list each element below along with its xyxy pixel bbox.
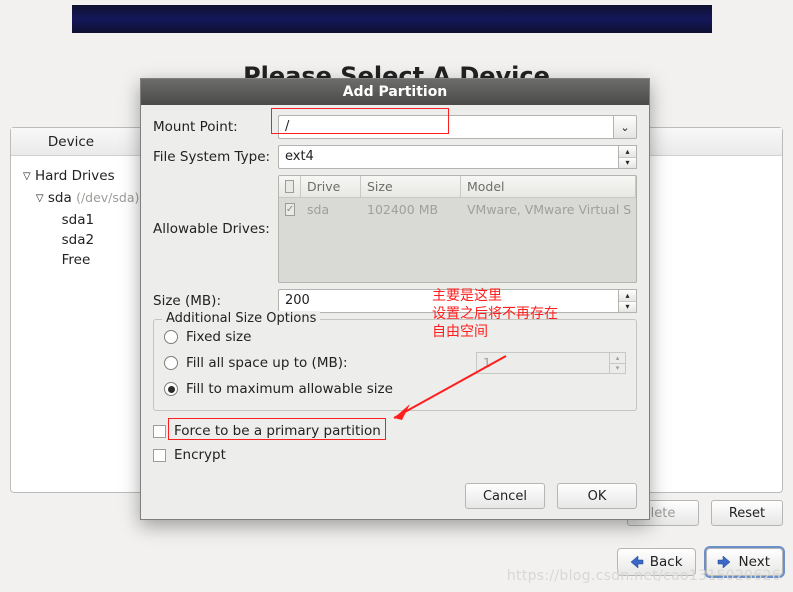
size-label: Size (MB): xyxy=(153,293,278,309)
row-mount-point: Mount Point: / ⌄ xyxy=(153,115,637,139)
size-spinner[interactable]: ▴ ▾ xyxy=(619,289,637,313)
chevron-down-icon: ▾ xyxy=(619,158,636,169)
chevron-down-icon: ▾ xyxy=(619,302,636,313)
row-size: Size (MB): 200 ▴ ▾ xyxy=(153,289,637,313)
fs-type-select[interactable]: ext4 xyxy=(278,145,619,169)
checkbox-icon xyxy=(153,425,166,438)
ok-button[interactable]: OK xyxy=(557,483,637,509)
size-input[interactable]: 200 xyxy=(278,289,619,313)
top-banner xyxy=(72,5,712,33)
add-partition-dialog: Add Partition Mount Point: / ⌄ File Syst… xyxy=(140,78,650,520)
header-checkbox-icon xyxy=(285,180,294,193)
chevron-down-icon: ⌄ xyxy=(620,121,629,134)
radio-icon xyxy=(164,330,178,344)
mount-point-dropdown-button[interactable]: ⌄ xyxy=(613,115,637,139)
radio-icon xyxy=(164,382,178,396)
watermark: https://blog.csdn.net/cao1315020626 xyxy=(507,568,781,584)
reset-button[interactable]: Reset xyxy=(711,500,783,526)
fieldset-legend: Additional Size Options xyxy=(162,311,320,326)
drives-row-sda[interactable]: sda 102400 MB VMware, VMware Virtual S xyxy=(279,198,636,220)
chevron-up-icon: ▴ xyxy=(619,146,636,158)
allowable-drives-list[interactable]: Drive Size Model sda 102400 MB VMware, V… xyxy=(278,175,637,283)
radio-icon xyxy=(164,356,178,370)
mount-point-input[interactable]: / xyxy=(278,115,613,139)
drives-header: Drive Size Model xyxy=(279,176,636,198)
row-allowable-drives: Allowable Drives: Drive Size Model sda 1… xyxy=(153,175,637,283)
mount-point-label: Mount Point: xyxy=(153,119,278,135)
drive-checkbox[interactable] xyxy=(285,203,295,216)
radio-fill-max[interactable]: Fill to maximum allowable size xyxy=(164,376,626,402)
cancel-button[interactable]: Cancel xyxy=(465,483,545,509)
allowable-drives-label: Allowable Drives: xyxy=(153,175,278,237)
fill-up-to-input: 1 ▴▾ xyxy=(476,352,626,374)
fs-type-label: File System Type: xyxy=(153,149,278,165)
radio-fixed-size[interactable]: Fixed size xyxy=(164,324,626,350)
column-device[interactable]: Device xyxy=(11,134,131,150)
fs-type-spinner[interactable]: ▴ ▾ xyxy=(619,145,637,169)
checkbox-force-primary[interactable]: Force to be a primary partition xyxy=(153,419,637,443)
dialog-title: Add Partition xyxy=(141,79,649,105)
row-fs-type: File System Type: ext4 ▴ ▾ xyxy=(153,145,637,169)
dialog-button-row: Cancel OK xyxy=(141,477,649,519)
radio-fill-up-to[interactable]: Fill all space up to (MB): 1 ▴▾ xyxy=(164,350,626,376)
additional-size-options: Additional Size Options Fixed size Fill … xyxy=(153,319,637,411)
checkbox-icon xyxy=(153,449,166,462)
checkbox-encrypt[interactable]: Encrypt xyxy=(153,443,637,467)
chevron-up-icon: ▴ xyxy=(619,290,636,302)
